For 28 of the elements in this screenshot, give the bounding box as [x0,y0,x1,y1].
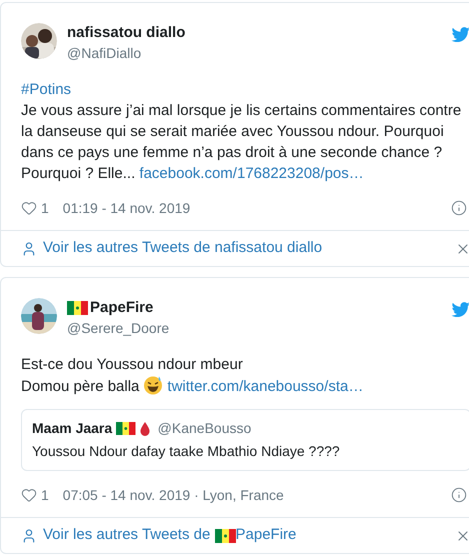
more-tweets-link[interactable]: Voir les autres Tweets de PapeFire [43,524,296,547]
heart-icon[interactable] [21,487,37,503]
tweet-text: Je vous assure j’ai mal lorsque je lis certains commentaires contre la danseuse qui se serait mariée avec Youssou ndour. Pourquoi dans ce pays une femme n’a pas droit à une seconde chance ? Pourquoi ? Elle... facebook.com/1768223208/pos… [21,101,462,184]
heart-icon[interactable] [21,200,37,216]
like-count: 1 [41,198,49,218]
link[interactable]: twitter.com/kanebousso/sta… [167,378,364,395]
like-count: 1 [41,486,49,504]
quoted-tweet[interactable]: Maam Jaara @KaneBousso Youssou Ndour dafay taake Mbathio Ndiaye ???? [21,409,469,471]
tweet-text: Domou père balla twitter.com/kanebousso/sta… [21,375,469,397]
tweet-timestamp[interactable]: 07:05 - 14 nov. 2019 · Lyon, France [62,484,284,506]
quote-author-handle: @KaneBousso [158,419,252,438]
hashtag-link[interactable]: #Potins [21,81,72,98]
author-handle[interactable]: @Serere_Doore [67,318,170,338]
quote-text: Youssou Ndour dafay taake Mbathio Ndiaye ???? [32,442,341,461]
bird-logo-icon[interactable] [451,302,469,318]
bird-logo-icon[interactable] [451,27,469,43]
link[interactable]: facebook.com/1768223208/pos… [139,165,364,182]
author-name[interactable]: PapeFire [90,298,154,318]
tweet-text: Est-ce dou Youssou ndour mbeur [21,355,244,375]
person-icon [21,528,37,544]
tweet-timestamp[interactable]: 01:19 - 14 nov. 2019 [62,198,190,218]
more-tweets-link[interactable]: Voir les autres Tweets de nafissatou diallo [43,237,322,260]
person-icon [21,240,37,256]
info-icon[interactable] [451,487,467,503]
author-name[interactable]: nafissatou diallo [67,23,186,43]
quote-author-name: Maam Jaara [32,419,112,438]
author-handle[interactable]: @NafiDiallo [67,43,186,63]
info-icon[interactable] [451,200,467,216]
